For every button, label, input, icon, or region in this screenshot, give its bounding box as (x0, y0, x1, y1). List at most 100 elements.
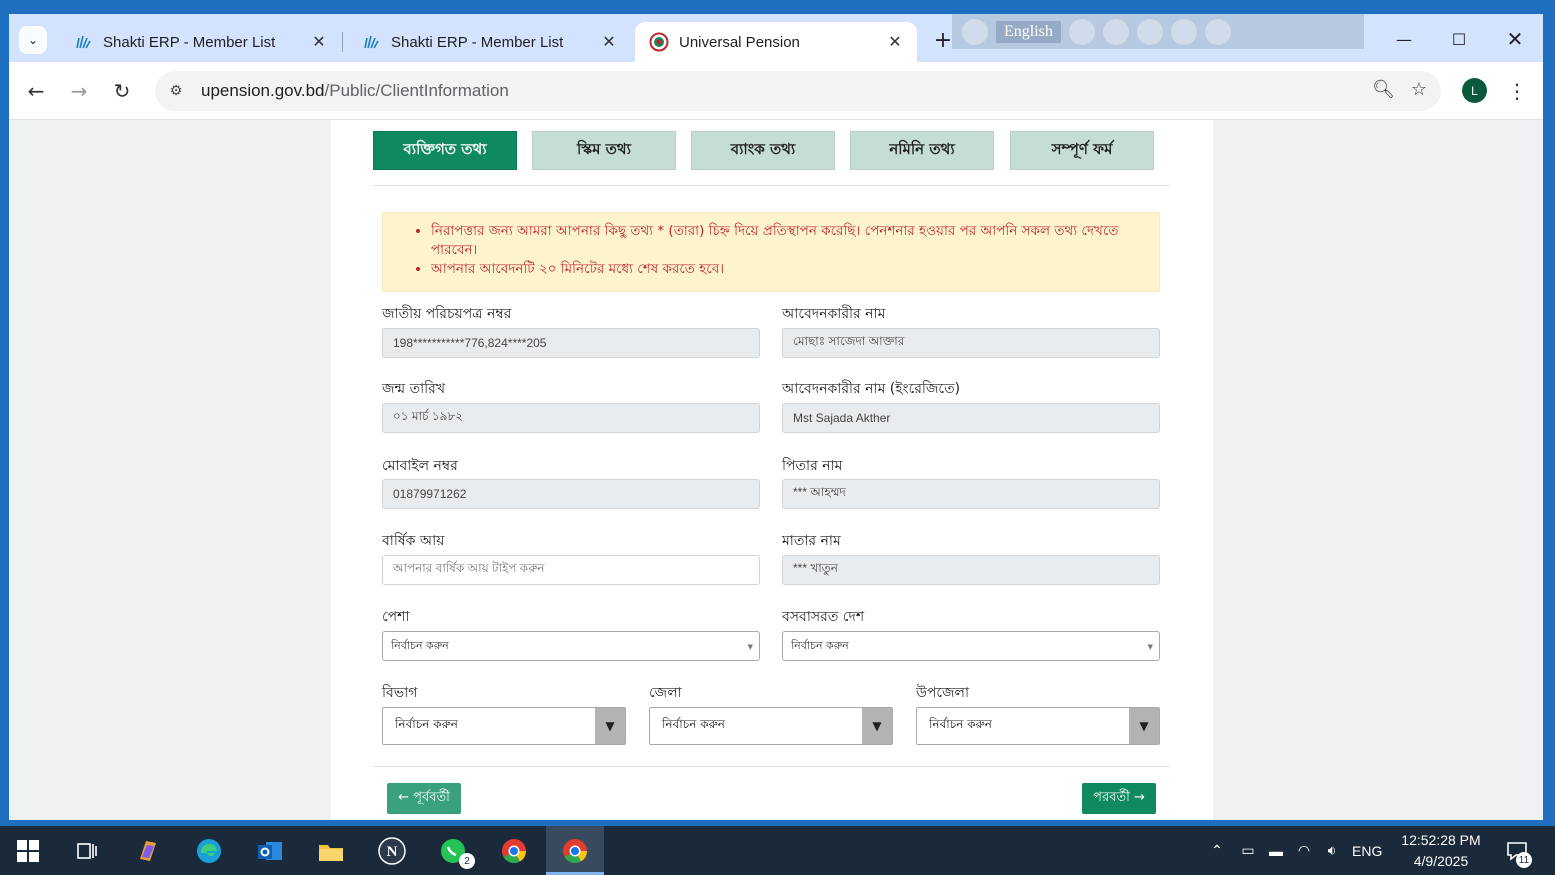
translate-logo-icon[interactable] (962, 18, 988, 45)
tab-search-button[interactable]: ⌄ (19, 26, 47, 54)
profession-select[interactable]: নির্বাচন করুন ▼ (382, 631, 760, 661)
globe-icon[interactable] (1136, 18, 1163, 45)
task-view-icon[interactable] (70, 834, 104, 868)
mobile-field[interactable]: 01879971262 (382, 479, 760, 509)
windows-taskbar: N 2 ⌃ ▭ ▬ ◠ 🔉︎ ENG 12:52:28 PM 4/9/2025 … (0, 826, 1555, 875)
mic-icon[interactable] (1068, 18, 1095, 45)
shakti-favicon-icon (364, 35, 379, 49)
site-info-icon[interactable]: ⚙ (165, 80, 187, 102)
url-text[interactable]: upension.gov.bd/Public/ClientInformation (201, 81, 509, 101)
nid-field[interactable]: 198***********776,824****205 (382, 328, 760, 358)
divider (373, 185, 1169, 186)
browser-menu-icon[interactable]: ⋮ (1505, 76, 1529, 106)
father-name-field[interactable]: *** আহম্মদ (782, 479, 1160, 509)
chrome-icon[interactable] (497, 834, 531, 868)
mother-name-field[interactable]: *** খাতুন (782, 555, 1160, 585)
nid-label: জাতীয় পরিচয়পত্র নম্বর (382, 306, 512, 322)
page-viewport: ব্যক্তিগত তথ্য স্কিম তথ্য ব্যাংক তথ্য নম… (9, 120, 1543, 820)
settings-icon[interactable] (1102, 18, 1129, 45)
division-select[interactable]: নির্বাচন করুন ▼ (382, 707, 626, 745)
profession-label: পেশা (382, 609, 410, 625)
dropdown-arrow-icon[interactable]: ▼ (862, 708, 892, 744)
district-label: জেলা (649, 685, 682, 701)
mother-name-label: মাতার নাম (782, 533, 841, 549)
forward-button[interactable]: → (64, 76, 94, 106)
back-button[interactable]: ← (21, 76, 51, 106)
close-icon[interactable] (1204, 18, 1231, 45)
caret-down-icon: ▼ (747, 643, 753, 651)
tab-shakti-2[interactable]: Shakti ERP - Member List ✕ (347, 22, 631, 62)
step-personal-info[interactable]: ব্যক্তিগত তথ্য (373, 131, 517, 170)
step-scheme-info[interactable]: স্কিম তথ্য (532, 131, 676, 170)
form-container: ব্যক্তিগত তথ্য স্কিম তথ্য ব্যাংক তথ্য নম… (331, 120, 1213, 820)
applicant-name-field[interactable]: মোছাঃ সাজেদা আক্তার (782, 328, 1160, 358)
url-host: upension.gov.bd (201, 81, 325, 100)
battery-icon[interactable]: ▬ (1262, 843, 1290, 859)
mobile-label: মোবাইল নম্বর (382, 458, 458, 474)
step-complete-form[interactable]: সম্পূর্ণ ফর্ম (1010, 131, 1154, 170)
bd-govt-favicon-icon (649, 32, 669, 52)
security-alert: নিরাপত্তার জন্য আমরা আপনার কিছু তথ্য * (… (382, 212, 1160, 292)
district-selected: নির্বাচন করুন (662, 717, 725, 731)
meet-now-icon[interactable]: ▭ (1234, 842, 1262, 859)
notion-icon[interactable]: N (375, 834, 409, 868)
applicant-name-en-field[interactable]: Mst Sajada Akther (782, 403, 1160, 433)
tab-shakti-1[interactable]: Shakti ERP - Member List ✕ (59, 22, 341, 62)
dropdown-arrow-icon[interactable]: ▼ (1129, 708, 1159, 744)
tab-universal-pension[interactable]: Universal Pension ✕ (635, 22, 917, 62)
browser-window: ⌄ Shakti ERP - Member List ✕ Shakti ERP … (9, 14, 1543, 820)
step-nominee-info[interactable]: নমিনি তথ্য (850, 131, 994, 170)
translate-toolbar: English (952, 14, 1364, 49)
next-button[interactable]: পরবর্তী → (1082, 783, 1156, 814)
caret-down-icon: ▼ (1147, 643, 1153, 651)
url-path: /Public/ClientInformation (324, 81, 509, 100)
dropdown-arrow-icon[interactable]: ▼ (595, 708, 625, 744)
father-name-label: পিতার নাম (782, 458, 843, 474)
chrome-active-icon[interactable] (558, 834, 592, 868)
clock-time: 12:52:28 PM (1401, 832, 1481, 848)
dob-label: জন্ম তারিখ (382, 381, 446, 397)
tab-title: Shakti ERP - Member List (103, 33, 276, 51)
upazila-select[interactable]: নির্বাচন করুন ▼ (916, 707, 1160, 745)
previous-button[interactable]: ← পূর্ববর্তী (387, 783, 461, 814)
svg-text:N: N (387, 844, 398, 860)
help-icon[interactable] (1170, 18, 1197, 45)
zoom-icon[interactable]: 🔍︎ (1372, 79, 1395, 100)
bookmark-star-icon[interactable]: ☆ (1411, 79, 1427, 100)
shakti-favicon-icon (76, 35, 91, 49)
address-bar[interactable]: ⚙ upension.gov.bd/Public/ClientInformati… (155, 71, 1441, 111)
volume-icon[interactable]: 🔉︎ (1318, 842, 1346, 859)
close-tab-icon[interactable]: ✕ (599, 32, 619, 52)
dob-field[interactable]: ০১ মার্চ ১৯৮২ (382, 403, 760, 433)
maximize-button[interactable]: ☐ (1439, 24, 1479, 54)
edge-icon[interactable] (192, 834, 226, 868)
show-hidden-icons-icon[interactable]: ⌃ (1206, 842, 1228, 859)
upazila-selected: নির্বাচন করুন (929, 717, 992, 731)
tab-title: Shakti ERP - Member List (391, 33, 564, 51)
input-language[interactable]: ENG (1352, 843, 1382, 859)
district-select[interactable]: নির্বাচন করুন ▼ (649, 707, 893, 745)
translate-language[interactable]: English (996, 20, 1061, 43)
reload-button[interactable]: ↻ (107, 76, 137, 106)
profile-avatar[interactable]: L (1462, 78, 1487, 103)
close-window-button[interactable]: ✕ (1495, 24, 1535, 54)
close-tab-icon[interactable]: ✕ (885, 32, 905, 52)
file-explorer-icon[interactable] (314, 834, 348, 868)
alert-item: নিরাপত্তার জন্য আমরা আপনার কিছু তথ্য * (… (431, 222, 1145, 260)
copilot-icon[interactable] (131, 834, 165, 868)
wifi-icon[interactable]: ◠ (1290, 842, 1318, 859)
close-tab-icon[interactable]: ✕ (309, 32, 329, 52)
desktop-background (0, 0, 1555, 14)
outlook-icon[interactable] (253, 834, 287, 868)
upazila-label: উপজেলা (916, 685, 970, 701)
tab-divider (342, 32, 343, 52)
start-button-icon[interactable] (11, 834, 45, 868)
step-bank-info[interactable]: ব্যাংক তথ্য (691, 131, 835, 170)
profession-selected: নির্বাচন করুন (391, 638, 449, 652)
country-select[interactable]: নির্বাচন করুন ▼ (782, 631, 1160, 661)
annual-income-input[interactable]: আপনার বার্ষিক আয় টাইপ করুন (382, 555, 760, 585)
clock-date: 4/9/2025 (1413, 853, 1469, 869)
country-label: বসবাসরত দেশ (782, 609, 865, 625)
clock[interactable]: 12:52:28 PM 4/9/2025 (1393, 830, 1489, 872)
minimize-button[interactable]: — (1384, 24, 1424, 54)
